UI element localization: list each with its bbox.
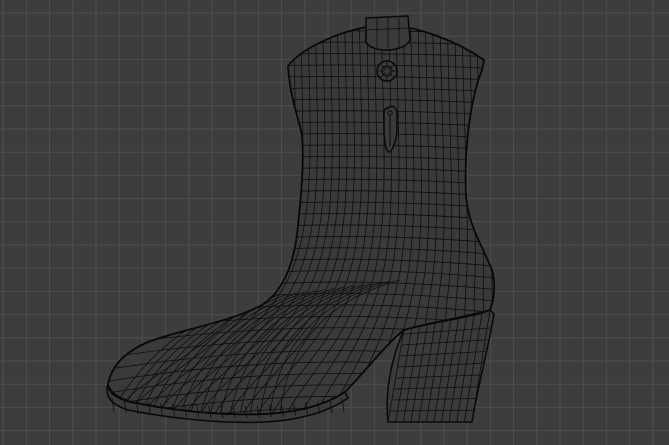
- rivet-icon: [376, 60, 398, 82]
- 3d-viewport[interactable]: [0, 0, 669, 445]
- boot-mesh[interactable]: [90, 15, 507, 432]
- pull-tab[interactable]: [365, 15, 411, 51]
- mesh-loop: [483, 25, 495, 415]
- wireframe-scene: [0, 0, 669, 445]
